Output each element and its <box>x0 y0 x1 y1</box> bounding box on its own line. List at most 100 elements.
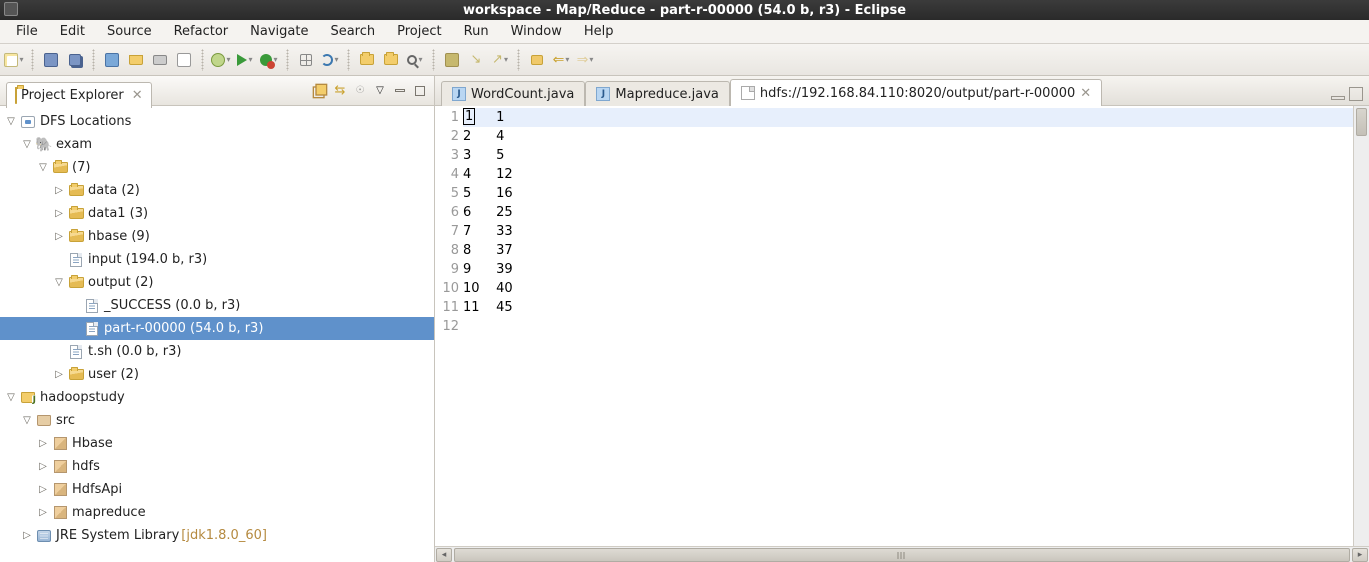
save-button[interactable] <box>41 50 61 70</box>
forward-button[interactable] <box>575 50 595 70</box>
expand-toggle-icon[interactable]: ▷ <box>52 231 66 242</box>
scrollbar-thumb[interactable] <box>1356 108 1367 136</box>
step-over-button[interactable]: ↗ <box>490 50 510 70</box>
maximize-editor-icon[interactable] <box>1349 87 1363 101</box>
tree-item[interactable]: ▷ hbase (9) <box>0 225 434 248</box>
system-menu-icon[interactable] <box>4 2 18 16</box>
menu-search[interactable]: Search <box>320 22 385 41</box>
open-type-button[interactable] <box>357 50 377 70</box>
scrollbar-thumb[interactable] <box>454 548 1350 562</box>
tree-item[interactable]: ▷t.sh (0.0 b, r3) <box>0 340 434 363</box>
menu-edit[interactable]: Edit <box>50 22 95 41</box>
search-button[interactable] <box>405 50 425 70</box>
scroll-right-arrow[interactable]: ▸ <box>1352 548 1368 562</box>
project-explorer-tab[interactable]: Project Explorer ✕ <box>6 82 152 108</box>
expand-toggle-icon[interactable]: ▷ <box>36 438 50 449</box>
toggle-breadcrumb-button[interactable] <box>102 50 122 70</box>
expand-toggle-icon[interactable]: ▷ <box>36 484 50 495</box>
tree-item[interactable]: ▷Hbase <box>0 432 434 455</box>
tree-item[interactable]: ▷JRE System Library [jdk1.8.0_60] <box>0 524 434 547</box>
open-task-button[interactable] <box>381 50 401 70</box>
close-icon[interactable]: ✕ <box>132 88 143 103</box>
view-menu-icon[interactable]: ▽ <box>372 83 388 99</box>
tree-item-label: HdfsApi <box>70 482 122 497</box>
tree-item[interactable]: ▷_SUCCESS (0.0 b, r3) <box>0 294 434 317</box>
expand-toggle-icon[interactable]: ▷ <box>20 530 34 541</box>
file-icon <box>84 298 100 314</box>
tree-item[interactable]: ▷user (2) <box>0 363 434 386</box>
tree-item[interactable]: ▽(7) <box>0 156 434 179</box>
jre-library-icon <box>36 528 52 544</box>
tree-item[interactable]: ▽DFS Locations <box>0 110 434 133</box>
tree-item[interactable]: ▷data1 (3) <box>0 202 434 225</box>
switch-editor-button[interactable] <box>126 50 146 70</box>
tree-item[interactable]: ▽🐘exam <box>0 133 434 156</box>
expand-toggle-icon[interactable]: ▷ <box>52 208 66 219</box>
build-button[interactable] <box>320 50 340 70</box>
menu-file[interactable]: File <box>6 22 48 41</box>
expand-toggle-icon[interactable]: ▽ <box>52 277 66 288</box>
tree-item[interactable]: ▷part-r-00000 (54.0 b, r3) <box>0 317 434 340</box>
new-package-button[interactable] <box>296 50 316 70</box>
vertical-scrollbar[interactable] <box>1353 106 1369 546</box>
editor-tab[interactable]: JMapreduce.java <box>585 81 730 106</box>
tree-item[interactable]: ▷mapreduce <box>0 501 434 524</box>
debug-button[interactable] <box>211 50 231 70</box>
expand-toggle-icon[interactable]: ▽ <box>4 116 18 127</box>
tree-item[interactable]: ▷data (2) <box>0 179 434 202</box>
menu-navigate[interactable]: Navigate <box>240 22 318 41</box>
expand-toggle-icon[interactable]: ▷ <box>52 185 66 196</box>
expand-toggle-icon[interactable]: ▷ <box>52 369 66 380</box>
expand-toggle-icon[interactable]: ▽ <box>36 162 50 173</box>
editor-tab[interactable]: hdfs://192.168.84.110:8020/output/part-r… <box>730 79 1102 106</box>
new-button[interactable] <box>4 50 24 70</box>
external-tools-button[interactable] <box>527 50 547 70</box>
tree-item-label: output (2) <box>86 275 153 290</box>
minimize-view-icon[interactable] <box>392 83 408 99</box>
project-explorer-tree[interactable]: ▽DFS Locations▽🐘exam▽(7)▷data (2)▷data1 … <box>0 106 434 562</box>
expand-toggle-icon[interactable]: ▽ <box>20 139 34 150</box>
editor-content[interactable]: 1 12 43 54 125 166 257 338 379 3910 4011… <box>463 106 1353 546</box>
menu-source[interactable]: Source <box>97 22 162 41</box>
close-tab-icon[interactable]: ✕ <box>1080 86 1091 101</box>
scrollbar-track[interactable] <box>454 548 1350 562</box>
tree-item[interactable]: ▷input (194.0 b, r3) <box>0 248 434 271</box>
menu-refactor[interactable]: Refactor <box>164 22 239 41</box>
tree-item[interactable]: ▽src <box>0 409 434 432</box>
link-editor-icon[interactable]: ⇆ <box>332 83 348 99</box>
tree-item[interactable]: ▽ output (2) <box>0 271 434 294</box>
tree-item[interactable]: ▽hadoopstudy <box>0 386 434 409</box>
save-all-button[interactable] <box>65 50 85 70</box>
dfs-locations-icon <box>20 114 36 130</box>
package-icon <box>52 505 68 521</box>
run-last-button[interactable] <box>259 50 279 70</box>
collapse-all-icon[interactable] <box>312 83 328 99</box>
step-button[interactable] <box>442 50 462 70</box>
menu-help[interactable]: Help <box>574 22 624 41</box>
menu-project[interactable]: Project <box>387 22 451 41</box>
minimize-editor-icon[interactable] <box>1331 96 1345 100</box>
expand-toggle-icon[interactable]: ▽ <box>4 392 18 403</box>
tree-item-label: t.sh (0.0 b, r3) <box>86 344 181 359</box>
expand-toggle-icon[interactable]: ▷ <box>36 507 50 518</box>
line-number: 1 <box>437 108 459 127</box>
print-button[interactable] <box>150 50 170 70</box>
tree-item-label: hbase (9) <box>86 229 150 244</box>
maximize-view-icon[interactable] <box>412 83 428 99</box>
scroll-left-arrow[interactable]: ◂ <box>436 548 452 562</box>
menu-run[interactable]: Run <box>454 22 499 41</box>
package-icon <box>52 436 68 452</box>
tree-item[interactable]: ▷hdfs <box>0 455 434 478</box>
menu-window[interactable]: Window <box>501 22 572 41</box>
back-button[interactable] <box>551 50 571 70</box>
editor-tab[interactable]: JWordCount.java <box>441 81 585 106</box>
folder-open-icon <box>68 183 84 199</box>
focus-task-icon[interactable]: ☉ <box>352 83 368 99</box>
step-into-button[interactable]: ↘ <box>466 50 486 70</box>
expand-toggle-icon[interactable]: ▽ <box>20 415 34 426</box>
expand-toggle-icon[interactable]: ▷ <box>36 461 50 472</box>
tree-item[interactable]: ▷ HdfsApi <box>0 478 434 501</box>
horizontal-scrollbar[interactable]: ◂ ▸ <box>435 546 1369 562</box>
pin-editor-button[interactable] <box>174 50 194 70</box>
run-button[interactable] <box>235 50 255 70</box>
